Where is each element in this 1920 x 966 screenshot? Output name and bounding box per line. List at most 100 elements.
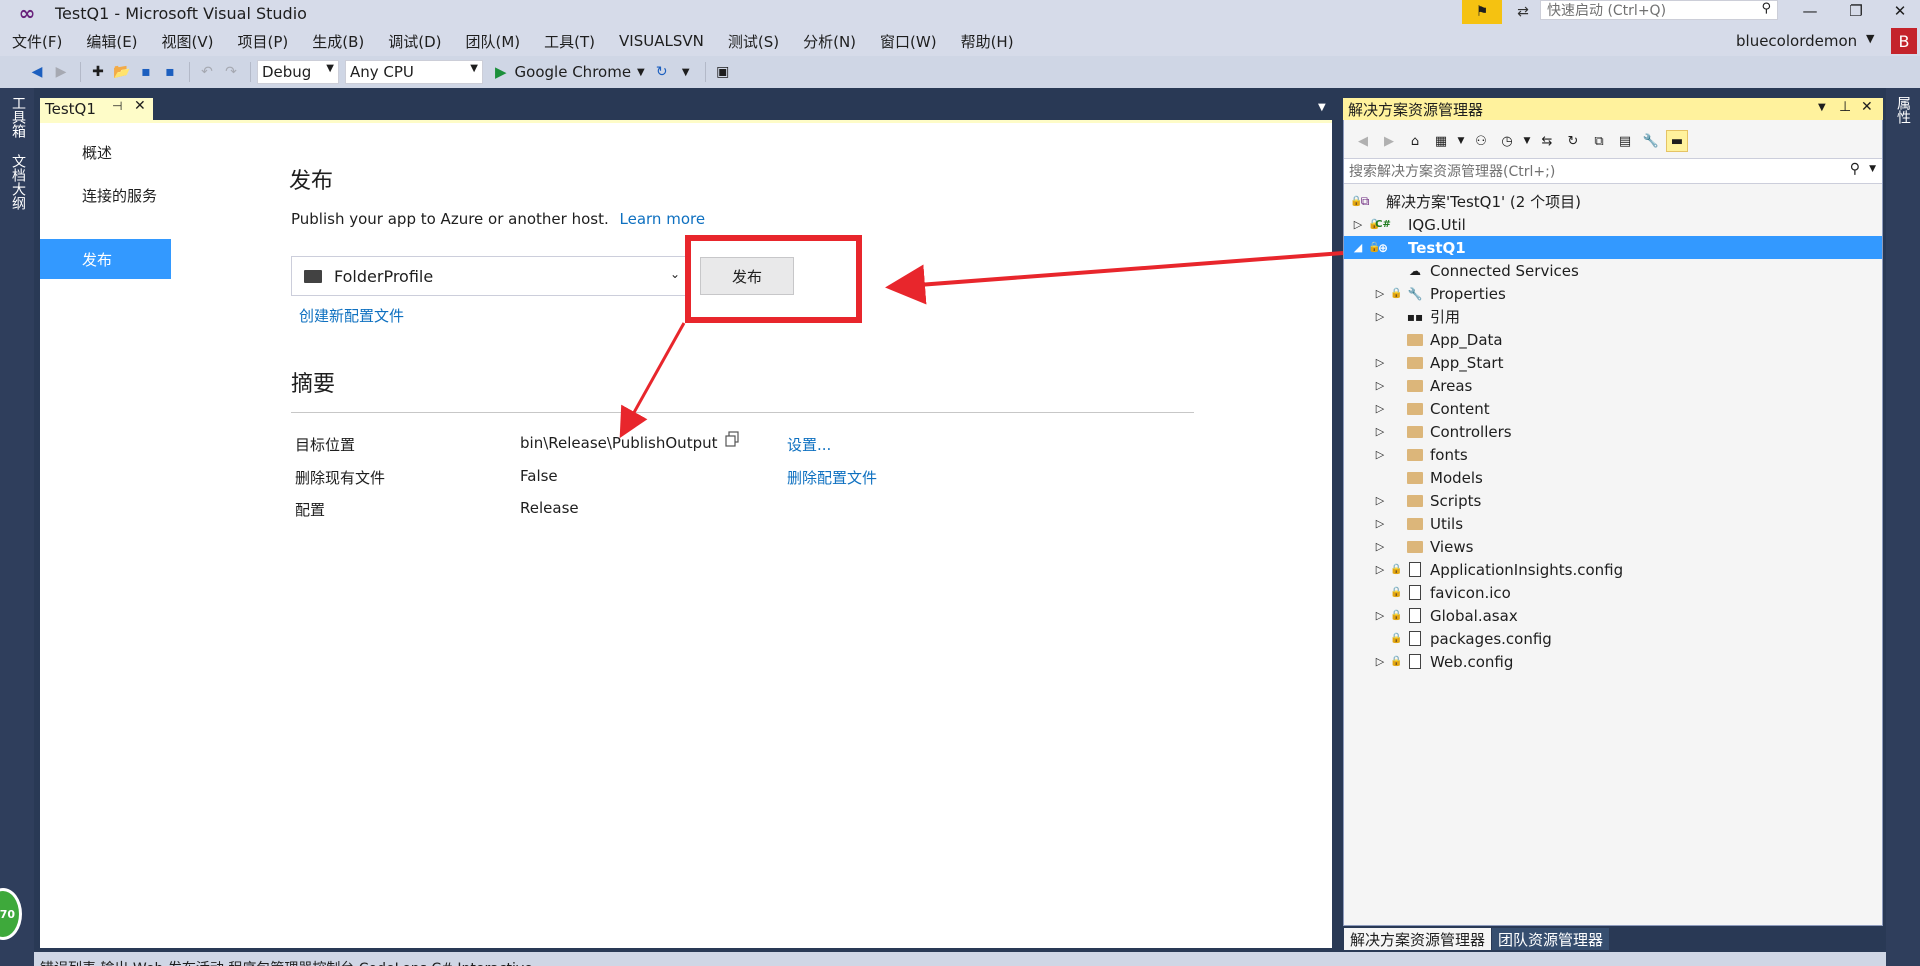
undo-icon[interactable]: ↶ (196, 61, 218, 83)
expand-icon[interactable]: ▷ (1374, 310, 1386, 323)
nav-item-publish[interactable]: 发布 (40, 239, 171, 279)
profile-select[interactable]: FolderProfile ⌄ (291, 256, 687, 296)
tree-item-properties[interactable]: ▷ 🔒 🔧 Properties (1344, 282, 1882, 305)
solution-explorer-search-input[interactable]: 搜索解决方案资源管理器(Ctrl+;) ⚲ ▼ (1344, 158, 1882, 184)
menu-tools[interactable]: 工具(T) (532, 31, 607, 52)
quick-launch-input[interactable]: 快速启动 (Ctrl+Q) ⚲ (1540, 0, 1778, 20)
menu-edit[interactable]: 编辑(E) (74, 31, 149, 52)
minimize-button[interactable]: — (1790, 0, 1830, 22)
pin-icon[interactable]: ⊥ (1839, 99, 1851, 115)
tree-item-views[interactable]: ▷ Views (1344, 535, 1882, 558)
sync-icon[interactable]: ⇆ (1536, 130, 1558, 152)
start-debugging-button[interactable]: ▶ Google Chrome ▼ (495, 63, 645, 81)
tree-item-favicon[interactable]: 🔒 favicon.ico (1344, 581, 1882, 604)
expand-icon[interactable]: ▷ (1374, 655, 1386, 668)
tree-item-fonts[interactable]: ▷ fonts (1344, 443, 1882, 466)
history-icon[interactable]: ◷ (1496, 130, 1518, 152)
open-file-icon[interactable]: 📂 (111, 61, 133, 83)
menu-test[interactable]: 测试(S) (716, 31, 791, 52)
expand-icon[interactable]: ▷ (1374, 517, 1386, 530)
preview-selected-icon[interactable]: ▬ (1666, 130, 1688, 152)
expand-icon[interactable]: ▷ (1374, 379, 1386, 392)
notification-flag-icon[interactable]: ⚑ (1462, 0, 1502, 24)
redo-icon[interactable]: ↷ (220, 61, 242, 83)
user-name[interactable]: bluecolordemon (1736, 32, 1857, 50)
bottom-tool-tabs-labels[interactable]: 错误列表 输出 Web 发布活动 程序包管理器控制台 CodeLens C# I… (40, 958, 533, 966)
expand-icon[interactable]: ▷ (1374, 448, 1386, 461)
menu-view[interactable]: 视图(V) (150, 31, 226, 52)
refresh-icon[interactable]: ↻ (1562, 130, 1584, 152)
delete-profile-link[interactable]: 删除配置文件 (787, 467, 877, 488)
expand-icon[interactable]: ▷ (1352, 218, 1364, 231)
tree-item-connected-services[interactable]: ☁ Connected Services (1344, 259, 1882, 282)
tab-list-chevron-down-icon[interactable]: ▼ (1318, 102, 1326, 113)
document-outline-tab[interactable]: 文档大纲 (8, 154, 28, 210)
tab-solution-explorer[interactable]: 解决方案资源管理器 (1344, 928, 1492, 950)
tree-item-app-start[interactable]: ▷ App_Start (1344, 351, 1882, 374)
properties-wrench-icon[interactable]: 🔧 (1640, 130, 1662, 152)
expand-icon[interactable]: ▷ (1374, 402, 1386, 415)
settings-link[interactable]: 设置... (787, 434, 831, 455)
copy-icon[interactable] (724, 431, 740, 447)
user-menu-caret-icon[interactable]: ▼ (1866, 32, 1874, 45)
menu-file[interactable]: 文件(F) (0, 31, 74, 52)
tree-item-utils[interactable]: ▷ Utils (1344, 512, 1882, 535)
chevron-down-icon[interactable]: ▼ (1522, 130, 1532, 152)
toolbox-tab[interactable]: 工具箱 (8, 96, 28, 138)
expand-icon[interactable]: ▷ (1374, 494, 1386, 507)
chevron-down-icon[interactable]: ▼ (1456, 130, 1466, 152)
menu-team[interactable]: 团队(M) (454, 31, 533, 52)
collapse-icon[interactable]: ◢ (1352, 241, 1364, 254)
tree-item-models[interactable]: Models (1344, 466, 1882, 489)
tree-item-testq1[interactable]: ◢ 🔒 ⊕ TestQ1 (1344, 236, 1882, 259)
nav-item-overview[interactable]: 概述 (40, 132, 171, 172)
new-project-icon[interactable]: ✚ (87, 61, 109, 83)
back-icon[interactable]: ◀ (1352, 130, 1374, 152)
tree-item-content[interactable]: ▷ Content (1344, 397, 1882, 420)
forward-icon[interactable]: ▶ (1378, 130, 1400, 152)
menu-analyze[interactable]: 分析(N) (791, 31, 868, 52)
tree-item-iqg-util[interactable]: ▷ 🔒 C# IQG.Util (1344, 213, 1882, 236)
collapse-all-icon[interactable]: ⧉ (1588, 130, 1610, 152)
expand-icon[interactable]: ▷ (1374, 287, 1386, 300)
save-all-icon[interactable]: ▪ (159, 61, 181, 83)
expand-icon[interactable]: ▷ (1374, 356, 1386, 369)
menu-project[interactable]: 项目(P) (226, 31, 301, 52)
close-window-button[interactable]: ✕ (1880, 0, 1920, 22)
tree-item-applicationinsights-config[interactable]: ▷ 🔒 ApplicationInsights.config (1344, 558, 1882, 581)
avatar[interactable]: B (1891, 28, 1917, 54)
menu-build[interactable]: 生成(B) (300, 31, 376, 52)
properties-tab[interactable]: 属性 (1893, 96, 1913, 124)
tree-item-areas[interactable]: ▷ Areas (1344, 374, 1882, 397)
menu-visualsvn[interactable]: VISUALSVN (607, 32, 716, 50)
forward-icon[interactable]: ▶ (50, 61, 72, 83)
expand-icon[interactable]: ▷ (1374, 540, 1386, 553)
pin-icon[interactable]: ⊣ (112, 99, 122, 113)
configuration-select[interactable]: Debug ▼ (257, 60, 339, 84)
browser-link-icon[interactable]: ▣ (712, 61, 734, 83)
save-icon[interactable]: ▪ (135, 61, 157, 83)
tree-item-controllers[interactable]: ▷ Controllers (1344, 420, 1882, 443)
menu-window[interactable]: 窗口(W) (868, 31, 949, 52)
menu-debug[interactable]: 调试(D) (376, 31, 453, 52)
tree-item-app-data[interactable]: App_Data (1344, 328, 1882, 351)
create-profile-link[interactable]: 创建新配置文件 (299, 305, 404, 326)
expand-icon[interactable]: ▷ (1374, 563, 1386, 576)
expand-icon[interactable]: ▷ (1374, 425, 1386, 438)
close-icon[interactable]: ✕ (134, 98, 146, 114)
learn-more-link[interactable]: Learn more (620, 210, 706, 228)
back-icon[interactable]: ◀ (26, 61, 48, 83)
pending-changes-icon[interactable]: ⚇ (1470, 130, 1492, 152)
switch-views-icon[interactable]: ▦ (1430, 130, 1452, 152)
nav-item-connected-services[interactable]: 连接的服务 (40, 175, 171, 215)
menu-help[interactable]: 帮助(H) (949, 31, 1026, 52)
chevron-down-icon[interactable]: ▼ (1818, 102, 1826, 113)
close-icon[interactable]: ✕ (1861, 99, 1873, 115)
restore-button[interactable]: ❐ (1836, 0, 1876, 22)
chevron-down-icon[interactable]: ▼ (675, 61, 697, 83)
platform-select[interactable]: Any CPU ▼ (345, 60, 483, 84)
tree-item-solution[interactable]: 🔒 ⧉ 解决方案'TestQ1' (2 个项目) (1344, 190, 1882, 213)
tree-item-packages-config[interactable]: 🔒 packages.config (1344, 627, 1882, 650)
expand-icon[interactable]: ▷ (1374, 609, 1386, 622)
refresh-icon[interactable]: ↻ (651, 61, 673, 83)
